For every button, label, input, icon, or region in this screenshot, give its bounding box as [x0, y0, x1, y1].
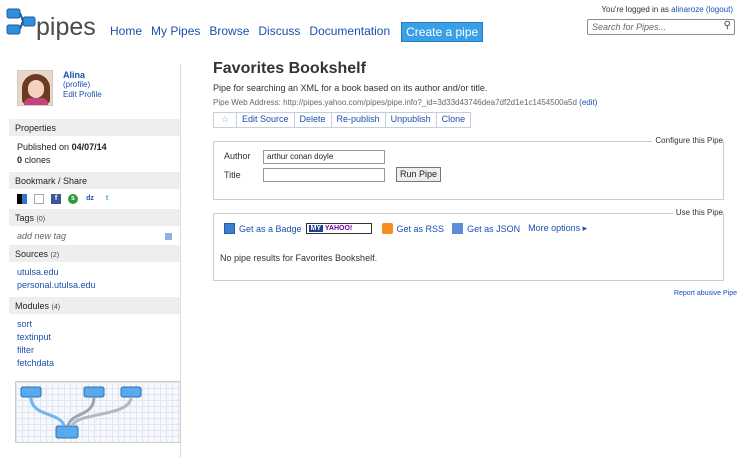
- nav-my-pipes[interactable]: My Pipes: [151, 24, 200, 44]
- web-address: Pipe Web Address: http://pipes.yahoo.com…: [213, 98, 738, 107]
- published-date: 04/07/14: [71, 142, 107, 152]
- modules-heading: Modules (4): [9, 297, 180, 314]
- nav-home[interactable]: Home: [110, 24, 142, 44]
- get-json-link[interactable]: Get as JSON: [467, 224, 520, 234]
- run-pipe-button[interactable]: Run Pipe: [396, 167, 441, 182]
- republish-button[interactable]: Re-publish: [331, 112, 386, 128]
- share-icons: f s dz t: [9, 189, 180, 209]
- bookmark-heading: Bookmark / Share: [9, 172, 180, 189]
- delete-button[interactable]: Delete: [294, 112, 332, 128]
- more-options-link[interactable]: More options ▸: [528, 223, 587, 234]
- logout-link[interactable]: (logout): [706, 5, 733, 14]
- add-tag-icon[interactable]: [165, 233, 172, 240]
- module-item[interactable]: fetchdata: [17, 357, 172, 370]
- json-icon: [452, 223, 464, 234]
- module-item[interactable]: textinput: [17, 331, 172, 344]
- sources-list: utulsa.edu personal.utulsa.edu: [9, 262, 180, 297]
- configure-panel: Configure this Pipe Author arthur conan …: [213, 136, 724, 200]
- favorite-star-icon[interactable]: ☆: [213, 112, 237, 128]
- module-item[interactable]: filter: [17, 344, 172, 357]
- tags-body: add new tag: [9, 226, 180, 245]
- edit-address-link[interactable]: (edit): [579, 98, 597, 107]
- get-rss-link[interactable]: Get as RSS: [397, 224, 445, 234]
- page-title: Favorites Bookshelf: [213, 60, 366, 77]
- facebook-icon[interactable]: f: [51, 194, 61, 204]
- edit-profile-link[interactable]: Edit Profile: [63, 90, 102, 100]
- source-item[interactable]: personal.utulsa.edu: [17, 279, 172, 292]
- twitter-icon[interactable]: t: [102, 194, 112, 204]
- dzone-icon[interactable]: dz: [85, 194, 95, 204]
- no-results-message: No pipe results for Favorites Bookshelf.: [220, 253, 378, 263]
- create-pipe-button[interactable]: Create a pipe: [401, 22, 484, 42]
- configure-legend: Configure this Pipe: [652, 136, 723, 145]
- pipe-thumbnail[interactable]: [15, 381, 181, 443]
- source-item[interactable]: utulsa.edu: [17, 266, 172, 279]
- nav-browse[interactable]: Browse: [209, 24, 249, 44]
- login-status: You're logged in as alinaroze (logout): [601, 5, 733, 14]
- logged-in-prefix: You're logged in as: [601, 5, 669, 14]
- sidebar: Alina (profile) Edit Profile Properties …: [9, 64, 181, 458]
- title-row: Title: [224, 170, 264, 180]
- use-legend: Use this Pipe: [672, 208, 723, 217]
- report-abuse-link[interactable]: Report abusive Pipe: [674, 290, 737, 297]
- published-label: Published on: [17, 142, 70, 152]
- clone-button[interactable]: Clone: [436, 112, 472, 128]
- avatar[interactable]: [17, 70, 53, 106]
- module-item[interactable]: sort: [17, 318, 172, 331]
- web-address-url: http://pipes.yahoo.com/pipes/pipe.info?_…: [283, 98, 577, 107]
- title-label: Title: [224, 170, 241, 180]
- use-options: Get as a Badge MY YAHOO! Get as RSS Get …: [224, 223, 587, 234]
- pipe-description: Pipe for searching an XML for a book bas…: [213, 83, 488, 93]
- unpublish-button[interactable]: Unpublish: [385, 112, 437, 128]
- sources-heading: Sources (2): [9, 245, 180, 262]
- tags-heading: Tags (0): [9, 209, 180, 226]
- search-placeholder: Search for Pipes...: [592, 22, 667, 32]
- username-link[interactable]: alinaroze: [671, 5, 703, 14]
- pipe-toolbar: ☆ Edit Source Delete Re-publish Unpublis…: [213, 112, 738, 128]
- title-input[interactable]: [263, 168, 385, 182]
- add-tag-link[interactable]: add new tag: [17, 231, 66, 241]
- user-card: Alina (profile) Edit Profile: [9, 64, 180, 119]
- badge-icon: [224, 223, 235, 234]
- properties-body: Published on 04/07/14 0 clones: [9, 136, 180, 172]
- edit-source-button[interactable]: Edit Source: [237, 112, 295, 128]
- main-content: Favorites Bookshelf Pipe for searching a…: [213, 60, 738, 281]
- author-row: Author: [224, 151, 264, 161]
- author-input[interactable]: arthur conan doyle: [263, 150, 385, 164]
- add-to-my-yahoo-button[interactable]: MY YAHOO!: [305, 223, 372, 234]
- nav-documentation[interactable]: Documentation: [309, 24, 390, 44]
- stumbleupon-icon[interactable]: s: [68, 194, 78, 204]
- author-label: Author: [224, 151, 251, 161]
- clones-count: 0: [17, 155, 23, 165]
- logo-text: pipes: [36, 13, 96, 41]
- nav-discuss[interactable]: Discuss: [258, 24, 300, 44]
- web-address-label: Pipe Web Address:: [213, 98, 281, 107]
- get-badge-link[interactable]: Get as a Badge: [239, 224, 302, 234]
- properties-heading: Properties: [9, 119, 180, 136]
- digg-icon[interactable]: [34, 194, 44, 204]
- search-input[interactable]: Search for Pipes... ⚲: [587, 19, 735, 35]
- pipes-logo[interactable]: pipes: [6, 6, 100, 44]
- main-nav: Home My Pipes Browse Discuss Documentati…: [110, 22, 484, 44]
- delicious-icon[interactable]: [17, 194, 27, 204]
- use-panel: Use this Pipe Get as a Badge MY YAHOO! G…: [213, 208, 724, 281]
- modules-list: sort textinput filter fetchdata: [9, 314, 180, 375]
- profile-link[interactable]: (profile): [63, 80, 102, 90]
- rss-icon: [381, 223, 393, 234]
- search-icon[interactable]: ⚲: [724, 20, 731, 31]
- clones-label: clones: [24, 155, 51, 165]
- user-name[interactable]: Alina: [63, 70, 102, 80]
